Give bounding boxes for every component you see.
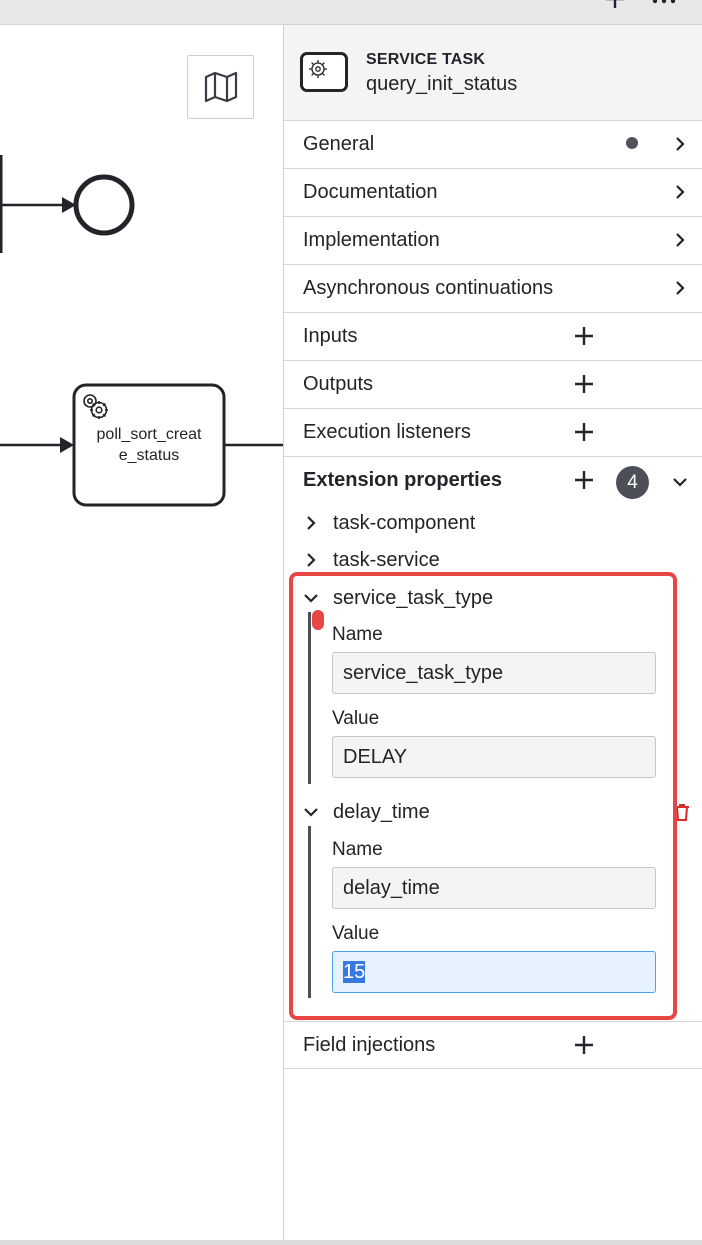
bottom-scrollbar[interactable] [0, 1240, 702, 1245]
group-label: Implementation [303, 229, 440, 251]
chevron-down-icon[interactable] [672, 474, 688, 490]
group-async-continuations[interactable]: Asynchronous continuations [284, 265, 702, 313]
task-label-line: e_status [118, 447, 180, 464]
name-input[interactable]: service_task_type [332, 652, 656, 694]
group-documentation[interactable]: Documentation [284, 169, 702, 217]
group-execution-listeners[interactable]: Execution listeners [284, 409, 702, 457]
group-label: Outputs [303, 373, 374, 395]
element-name: query_init_status [366, 73, 518, 95]
gear-icon [309, 60, 327, 78]
data-marker-dot [626, 137, 638, 149]
ext-property-title: task-component [333, 512, 476, 534]
app-root: poll_sort_creat e_status SERVICE TASK qu… [0, 0, 702, 1245]
chevron-right-icon[interactable] [303, 515, 319, 531]
entry-indent-line [308, 826, 311, 998]
plus-icon[interactable] [574, 422, 594, 442]
ext-property-title: task-service [333, 549, 440, 571]
group-label: Execution listeners [303, 421, 471, 443]
value-label: Value [332, 708, 380, 729]
element-type: SERVICE TASK [366, 51, 486, 68]
scroll-indicator[interactable] [312, 610, 324, 630]
selected-text: 15 [343, 961, 366, 983]
group-extension-properties[interactable]: Extension properties 4 [284, 457, 702, 505]
value-input[interactable]: 15 [332, 951, 656, 993]
service-task-icon [300, 52, 348, 92]
chevron-right-icon[interactable] [303, 552, 319, 568]
chevron-down-icon[interactable] [303, 590, 319, 606]
group-label: General [303, 133, 375, 155]
group-label: Inputs [303, 325, 358, 347]
group-general[interactable]: General [284, 121, 702, 169]
ext-property-item[interactable]: task-service [284, 542, 702, 578]
flow-arrowhead [60, 437, 74, 453]
top-toolbar [0, 0, 702, 25]
ext-property-title: service_task_type [333, 587, 494, 609]
chevron-right-icon[interactable] [672, 136, 688, 152]
group-label: Asynchronous continuations [303, 277, 554, 299]
group-label: Extension properties [303, 469, 502, 491]
chevron-right-icon[interactable] [672, 232, 688, 248]
diagram-canvas[interactable]: poll_sort_creat e_status [0, 25, 283, 1240]
ext-property-item[interactable]: delay_time [284, 794, 702, 830]
group-field-injections[interactable]: Field injections [284, 1021, 702, 1069]
group-label: Documentation [303, 181, 438, 203]
name-label: Name [332, 839, 383, 860]
group-implementation[interactable]: Implementation [284, 217, 702, 265]
name-label: Name [332, 624, 383, 645]
trash-icon[interactable] [672, 802, 692, 822]
name-input[interactable]: delay_time [332, 867, 656, 909]
entry-indent-line [308, 612, 311, 784]
ext-property-title: delay_time [333, 801, 430, 823]
group-label: Field injections [303, 1034, 436, 1056]
group-inputs[interactable]: Inputs [284, 313, 702, 361]
ext-property-item[interactable]: service_task_type [284, 580, 702, 616]
value-label: Value [332, 923, 380, 944]
bpmn-diagram [0, 155, 283, 507]
ext-property-item[interactable]: task-component [284, 505, 702, 541]
chevron-right-icon[interactable] [672, 184, 688, 200]
task-label-line: poll_sort_creat [96, 426, 202, 443]
plus-icon[interactable] [604, 0, 626, 10]
plus-icon[interactable] [574, 374, 594, 394]
chevron-right-icon[interactable] [672, 280, 688, 296]
panel-header: SERVICE TASK query_init_status [284, 25, 702, 121]
chevron-down-icon[interactable] [303, 804, 319, 820]
plus-icon[interactable] [574, 326, 594, 346]
count-badge: 4 [616, 466, 649, 499]
value-input[interactable]: DELAY [332, 736, 656, 778]
more-icon[interactable] [651, 0, 677, 8]
group-outputs[interactable]: Outputs [284, 361, 702, 409]
plus-icon[interactable] [574, 1035, 594, 1055]
plus-icon[interactable] [574, 470, 594, 490]
task-label: poll_sort_creat e_status [76, 424, 222, 466]
end-event[interactable] [73, 174, 135, 236]
